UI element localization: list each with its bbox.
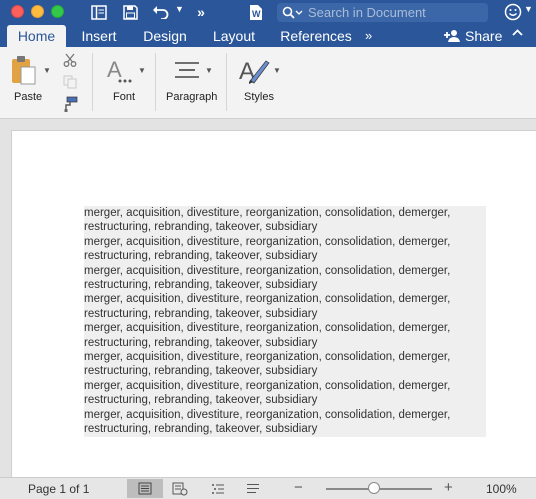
share-label: Share bbox=[465, 28, 503, 44]
more-commands-icon[interactable]: » bbox=[193, 3, 209, 21]
tab-insert[interactable]: Insert bbox=[73, 25, 125, 47]
search-input[interactable]: Search in Document bbox=[277, 3, 488, 22]
feedback-dropdown-icon[interactable]: ▼ bbox=[524, 4, 533, 14]
draft-view-button[interactable] bbox=[238, 479, 268, 498]
clipboard-icon bbox=[12, 56, 36, 85]
sidebar-toggle-icon[interactable] bbox=[90, 3, 108, 21]
ribbon-separator bbox=[155, 53, 156, 111]
outline-view-button[interactable] bbox=[203, 479, 233, 498]
document-paragraph[interactable]: merger, acquisition, divestiture, reorga… bbox=[84, 234, 486, 264]
styles-button[interactable]: A bbox=[238, 55, 272, 92]
close-window-button[interactable] bbox=[11, 5, 24, 18]
format-painter-icon[interactable] bbox=[62, 96, 78, 117]
search-icon bbox=[282, 6, 303, 19]
document-paragraph[interactable]: merger, acquisition, divestiture, reorga… bbox=[84, 321, 486, 351]
paste-button[interactable] bbox=[10, 55, 40, 87]
undo-icon[interactable] bbox=[150, 3, 170, 21]
font-label: Font bbox=[113, 91, 136, 103]
svg-text:A: A bbox=[107, 57, 122, 82]
paragraph-button[interactable] bbox=[174, 61, 200, 86]
status-bar: Page 1 of 1 − + 100% bbox=[0, 477, 536, 499]
print-layout-view-button[interactable] bbox=[127, 479, 163, 498]
document-paragraph[interactable]: merger, acquisition, divestiture, reorga… bbox=[84, 292, 486, 322]
paste-label: Paste bbox=[14, 91, 43, 103]
document-area: merger, acquisition, divestiture, reorga… bbox=[0, 119, 536, 477]
styles-dropdown-icon[interactable]: ▼ bbox=[273, 66, 281, 75]
zoom-slider-thumb[interactable] bbox=[367, 482, 380, 494]
paragraph-label: Paragraph bbox=[166, 91, 218, 103]
undo-dropdown-icon[interactable]: ▼ bbox=[175, 4, 184, 14]
collapse-ribbon-icon[interactable] bbox=[512, 27, 523, 41]
focus-view-button[interactable] bbox=[165, 479, 195, 498]
tab-design[interactable]: Design bbox=[136, 25, 194, 47]
copy-icon[interactable] bbox=[63, 75, 77, 94]
print-layout-icon bbox=[138, 482, 152, 495]
tab-layout[interactable]: Layout bbox=[205, 25, 263, 47]
ribbon-separator bbox=[226, 53, 227, 111]
draft-view-icon bbox=[247, 484, 259, 493]
save-icon[interactable] bbox=[121, 3, 139, 21]
feedback-smiley-icon[interactable] bbox=[504, 3, 522, 21]
font-dropdown-icon[interactable]: ▼ bbox=[138, 66, 146, 75]
zoom-level[interactable]: 100% bbox=[486, 482, 517, 496]
paste-dropdown-icon[interactable]: ▼ bbox=[43, 66, 51, 75]
zoom-in-button[interactable]: + bbox=[444, 479, 453, 496]
page-count[interactable]: Page 1 of 1 bbox=[28, 482, 89, 496]
document-paragraph[interactable]: merger, acquisition, divestiture, reorga… bbox=[84, 263, 486, 293]
ribbon-tab-bar: Home Insert Design Layout References » S… bbox=[0, 25, 536, 47]
fullscreen-window-button[interactable] bbox=[51, 5, 64, 18]
document-paragraph[interactable]: merger, acquisition, divestiture, reorga… bbox=[84, 206, 486, 235]
cut-icon[interactable] bbox=[63, 53, 77, 72]
title-bar: ▼ » W Search in Document ▼ bbox=[0, 0, 536, 25]
word-app-icon: W bbox=[247, 3, 263, 21]
zoom-out-button[interactable]: − bbox=[294, 479, 303, 496]
document-paragraph[interactable]: merger, acquisition, divestiture, reorga… bbox=[84, 407, 486, 437]
ribbon-separator bbox=[92, 53, 93, 111]
font-icon: A bbox=[107, 57, 132, 83]
minimize-window-button[interactable] bbox=[31, 5, 44, 18]
tab-references[interactable]: References bbox=[276, 25, 356, 47]
more-tabs-icon[interactable]: » bbox=[365, 28, 372, 43]
outline-view-icon bbox=[212, 483, 224, 494]
focus-view-icon bbox=[172, 482, 188, 495]
document-body[interactable]: merger, acquisition, divestiture, reorga… bbox=[84, 206, 499, 437]
paragraph-dropdown-icon[interactable]: ▼ bbox=[205, 66, 213, 75]
font-button[interactable]: A bbox=[106, 57, 134, 90]
align-center-icon bbox=[175, 62, 199, 78]
document-page[interactable]: merger, acquisition, divestiture, reorga… bbox=[11, 130, 536, 477]
styles-label: Styles bbox=[244, 91, 274, 103]
add-person-icon bbox=[444, 30, 460, 42]
ribbon-panel: ▼ Paste A ▼ Font ▼ Paragraph A ▼ Styles bbox=[0, 47, 536, 119]
document-paragraph[interactable]: merger, acquisition, divestiture, reorga… bbox=[84, 378, 486, 408]
search-placeholder: Search in Document bbox=[308, 5, 426, 20]
share-button[interactable]: Share bbox=[443, 25, 502, 47]
styles-icon: A bbox=[239, 58, 270, 85]
document-paragraph[interactable]: merger, acquisition, divestiture, reorga… bbox=[84, 350, 486, 379]
tab-home[interactable]: Home bbox=[7, 25, 66, 47]
svg-text:W: W bbox=[252, 9, 261, 19]
